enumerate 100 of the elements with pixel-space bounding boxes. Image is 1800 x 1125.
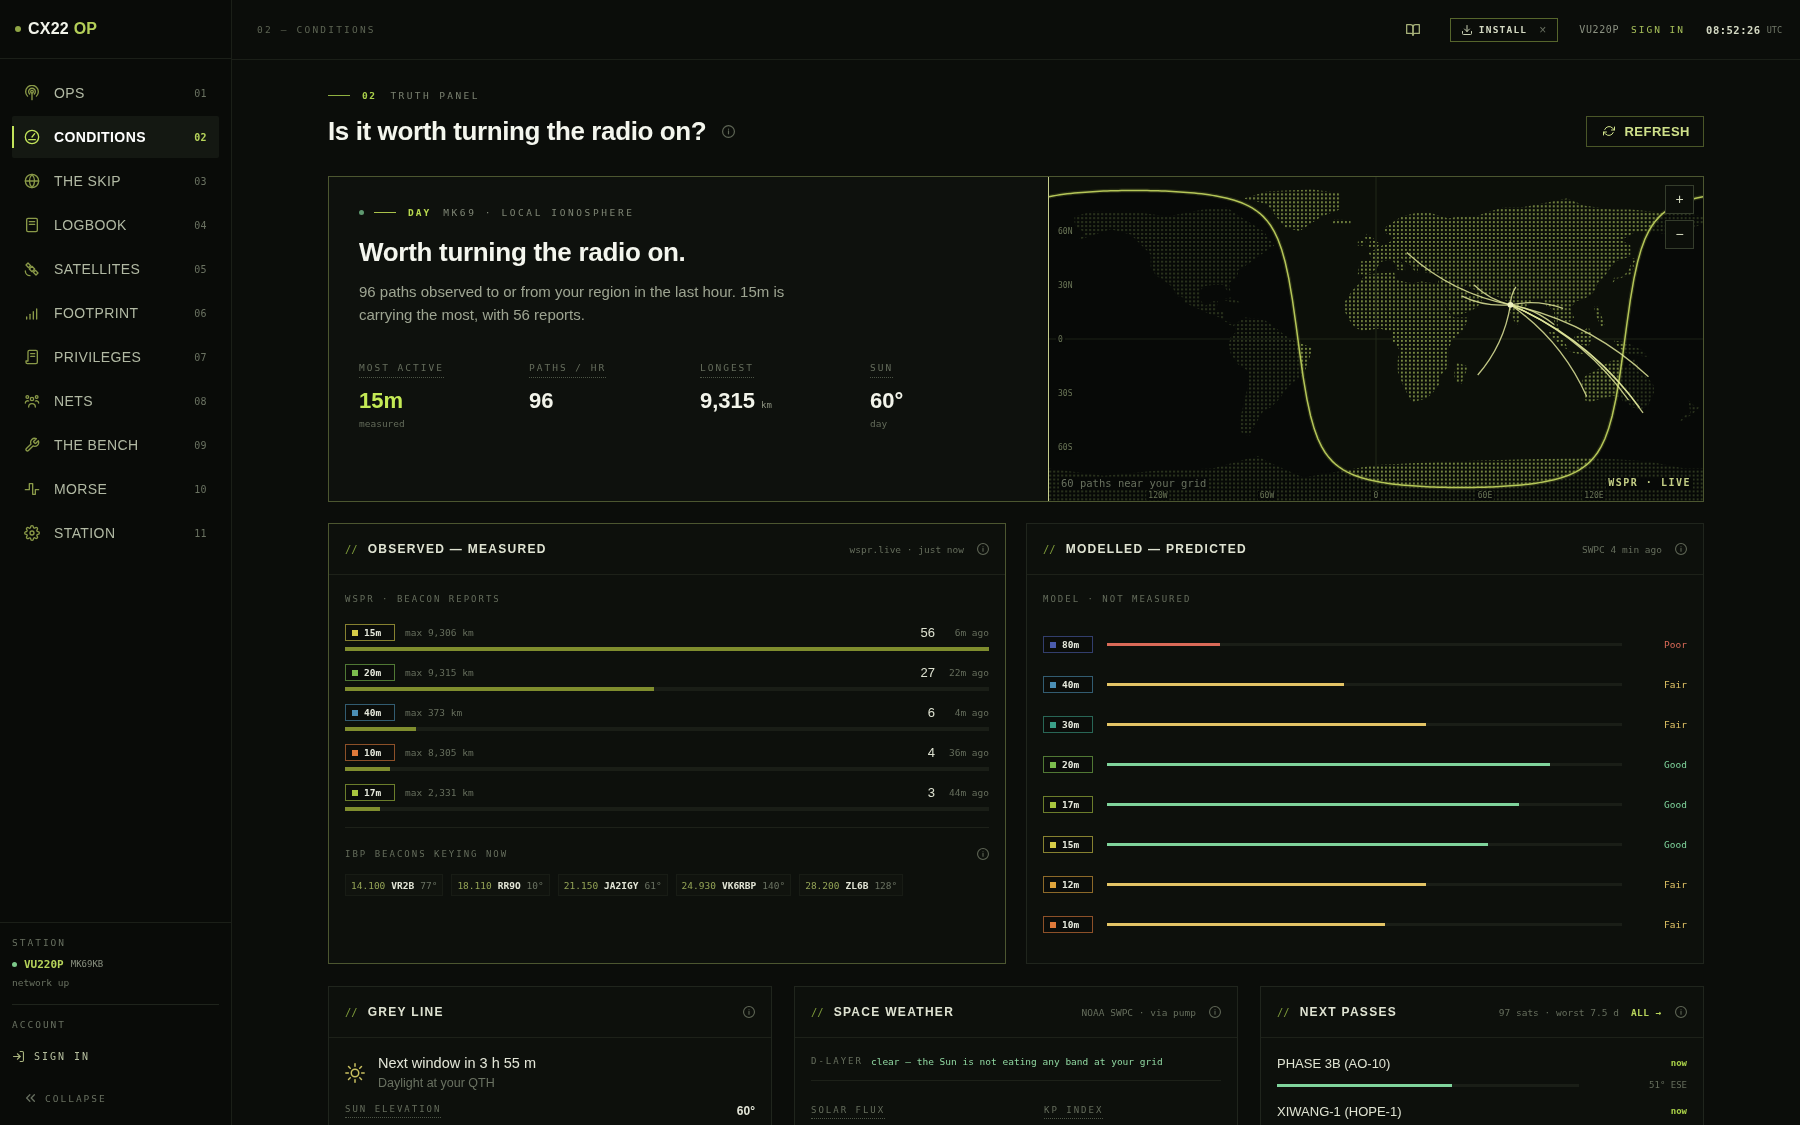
gauge-icon bbox=[24, 129, 40, 145]
band-label: 30m bbox=[1062, 719, 1080, 730]
report-count: 3 bbox=[927, 785, 935, 800]
nav-item[interactable]: THE BENCH 09 bbox=[12, 424, 219, 466]
sign-in-link[interactable]: SIGN IN bbox=[1631, 24, 1686, 35]
signal-bars-icon bbox=[24, 305, 40, 321]
nav-item[interactable]: LOGBOOK 04 bbox=[12, 204, 219, 246]
latitude-label: 60S bbox=[1056, 442, 1075, 452]
nav-number: 08 bbox=[194, 395, 207, 407]
book-icon[interactable] bbox=[1405, 23, 1420, 36]
report-count: 56 bbox=[920, 625, 935, 640]
nav-number: 06 bbox=[194, 307, 207, 319]
band-rating: Fair bbox=[1663, 719, 1687, 730]
latitude-label: 60N bbox=[1056, 226, 1075, 236]
people-icon bbox=[24, 393, 40, 409]
latitude-label: 30N bbox=[1056, 280, 1075, 290]
nav-item[interactable]: NETS 08 bbox=[12, 380, 219, 422]
globe-icon bbox=[24, 173, 40, 189]
section-label: IBP BEACONS KEYING NOW bbox=[345, 848, 509, 860]
panel-meta: NOAA SWPC · via pump bbox=[1081, 1006, 1196, 1018]
antenna-signal-icon bbox=[24, 85, 40, 101]
zoom-out-button[interactable]: − bbox=[1665, 220, 1694, 249]
band-rating: Fair bbox=[1663, 879, 1687, 890]
next-window-text: Next window in 3 h 55 m bbox=[378, 1055, 536, 1072]
section-number: 02 bbox=[362, 89, 377, 101]
max-distance: max 373 km bbox=[405, 707, 463, 718]
beacon-frequency: 24.930 bbox=[681, 879, 716, 891]
all-link[interactable]: ALL → bbox=[1630, 1006, 1662, 1018]
band-rating: Poor bbox=[1663, 639, 1687, 650]
zoom-in-button[interactable]: + bbox=[1665, 185, 1694, 214]
collapse-button[interactable]: COLLAPSE bbox=[26, 1091, 107, 1105]
nav-item[interactable]: MORSE 10 bbox=[12, 468, 219, 510]
band-label: 10m bbox=[364, 747, 382, 758]
wrench-icon bbox=[24, 437, 40, 453]
logo-text: CX22 bbox=[28, 20, 69, 38]
summary-text: 96 paths observed to or from your region in the last hour. 15m is carrying the most, with 56 reports. bbox=[359, 282, 786, 325]
nav-number: 01 bbox=[194, 87, 207, 99]
info-icon[interactable] bbox=[1209, 1006, 1221, 1018]
nav-item[interactable]: THE SKIP 03 bbox=[12, 160, 219, 202]
report-age: 4m ago bbox=[953, 707, 989, 718]
max-distance: max 2,331 km bbox=[405, 787, 474, 798]
band-label: 20m bbox=[364, 667, 382, 678]
daylight-note: Daylight at your QTH bbox=[378, 1076, 496, 1091]
nav-item[interactable]: PRIVILEGES 07 bbox=[12, 336, 219, 378]
beacon-bearing: 77° bbox=[420, 879, 438, 891]
nav-item[interactable]: CONDITIONS 02 bbox=[12, 116, 219, 158]
install-button[interactable]: INSTALL bbox=[1461, 24, 1528, 35]
panel-prefix: // bbox=[1043, 543, 1056, 555]
beacon-callsign: ZL6B bbox=[845, 879, 869, 891]
max-distance: max 9,315 km bbox=[405, 667, 474, 678]
band-label: 12m bbox=[1062, 879, 1080, 890]
stat-value: 15m bbox=[359, 388, 404, 414]
stat-value: 96 bbox=[529, 388, 554, 414]
map-caption: 60 paths near your grid bbox=[1059, 477, 1209, 489]
longitude-label: 60W bbox=[1257, 491, 1277, 500]
status-dot-icon bbox=[359, 209, 364, 215]
info-icon[interactable] bbox=[722, 124, 736, 138]
section-kicker: TRUTH PANEL bbox=[390, 89, 480, 101]
panel-title: NEXT PASSES bbox=[1299, 1005, 1398, 1019]
nav-item[interactable]: OPS 01 bbox=[12, 72, 219, 114]
max-distance: max 9,306 km bbox=[405, 627, 474, 638]
info-icon[interactable] bbox=[1675, 1006, 1687, 1018]
satellite-name: PHASE 3B (AO-10) bbox=[1277, 1055, 1391, 1071]
info-icon[interactable] bbox=[1675, 543, 1687, 555]
band-rating: Good bbox=[1663, 759, 1687, 770]
nav-item[interactable]: STATION 11 bbox=[12, 512, 219, 554]
pulse-icon bbox=[24, 481, 40, 497]
location-label: MK69 · LOCAL IONOSPHERE bbox=[443, 206, 635, 218]
longitude-label: 120W bbox=[1146, 491, 1170, 500]
band-label: 17m bbox=[364, 787, 382, 798]
section-label: WSPR · BEACON REPORTS bbox=[345, 593, 502, 605]
info-icon[interactable] bbox=[743, 1006, 755, 1018]
longitude-label: 120E bbox=[1582, 491, 1606, 500]
report-age: 6m ago bbox=[953, 627, 989, 638]
stat-label: PATHS / HR bbox=[529, 362, 607, 378]
map-panel[interactable]: 60N 30N 0 30S 60S 120W 60W 0 60E 120E + − 60 paths near your grid WSPR · LIVE bbox=[1048, 177, 1703, 501]
notebook-icon bbox=[24, 217, 40, 233]
sign-in-link[interactable]: SIGN IN bbox=[12, 1049, 219, 1063]
info-icon[interactable] bbox=[977, 848, 989, 860]
stat-label: MOST ACTIVE bbox=[359, 362, 444, 378]
nav-number: 07 bbox=[194, 351, 207, 363]
pass-time: now bbox=[1670, 1058, 1687, 1068]
breadcrumb: 02 — CONDITIONS bbox=[257, 24, 376, 35]
report-count: 27 bbox=[920, 665, 935, 680]
sun-icon bbox=[345, 1063, 365, 1083]
station-callsign: VU220P bbox=[24, 957, 64, 971]
close-button[interactable]: × bbox=[1539, 22, 1547, 37]
beacon-callsign: RR9O bbox=[497, 879, 521, 891]
band-label: 15m bbox=[1062, 839, 1080, 850]
nav-item[interactable]: SATELLITES 05 bbox=[12, 248, 219, 290]
beacon-bearing: 61° bbox=[644, 879, 662, 891]
band-rating: Good bbox=[1663, 839, 1687, 850]
headline: Worth turning the radio on. bbox=[359, 236, 687, 269]
beacon-bearing: 140° bbox=[762, 879, 786, 891]
beacon-bearing: 128° bbox=[874, 879, 898, 891]
info-icon[interactable] bbox=[977, 543, 989, 555]
nav-item[interactable]: FOOTPRINT 06 bbox=[12, 292, 219, 334]
refresh-button[interactable]: REFRESH bbox=[1586, 115, 1704, 147]
nav-number: 04 bbox=[194, 219, 207, 231]
refresh-icon bbox=[1603, 126, 1616, 136]
